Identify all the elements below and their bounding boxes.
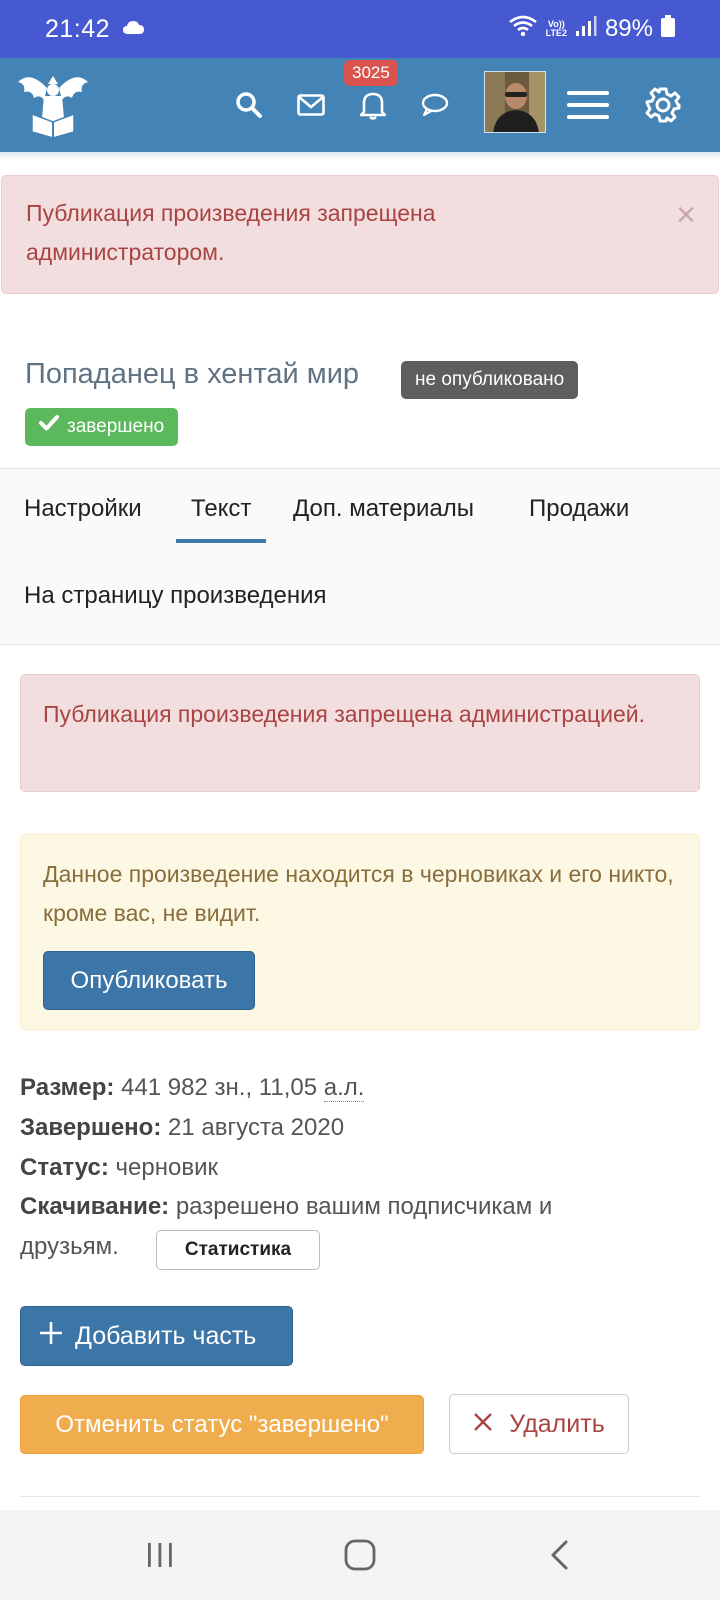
download-label: Скачивание: — [20, 1193, 170, 1220]
app-header: 3025 — [0, 58, 720, 152]
alert-text: Публикация произведения запрещена админи… — [43, 701, 646, 727]
info-completed: Завершено: 21 августа 2020 — [20, 1114, 344, 1142]
work-title: Попаданец в хентай мир — [25, 358, 360, 390]
plus-icon — [39, 1321, 63, 1352]
administration-ban-alert: Публикация произведения запрещена админи… — [20, 674, 700, 792]
recent-apps-icon[interactable] — [130, 1530, 190, 1580]
info-download-cont: друзьям. — [20, 1233, 119, 1261]
size-unit: а.л. — [323, 1074, 365, 1102]
add-part-button[interactable]: Добавить часть — [20, 1306, 293, 1366]
logo-eagle-icon[interactable] — [14, 66, 92, 144]
status-time: 21:42 — [45, 14, 111, 43]
network-lte: LTE2 — [545, 28, 567, 38]
size-label: Размер: — [20, 1074, 115, 1101]
avatar[interactable] — [484, 71, 546, 133]
battery-icon — [661, 14, 675, 44]
tab-text[interactable]: Текст — [176, 495, 267, 543]
completed-label: завершено — [25, 408, 179, 446]
download-value: разрешено вашим подписчикам и — [175, 1193, 553, 1220]
status-value: черновик — [115, 1154, 219, 1181]
search-icon[interactable] — [224, 80, 274, 130]
tab-extra-materials[interactable]: Доп. материалы — [293, 495, 474, 543]
wifi-icon — [508, 14, 538, 45]
cloud-icon — [122, 19, 146, 40]
draft-warning-text: Данное произведение находится в черновик… — [43, 861, 674, 926]
chat-icon[interactable] — [410, 80, 460, 130]
divider — [20, 1496, 700, 1497]
work-title-row: Попаданец в хентай мир — [25, 358, 359, 391]
close-icon — [473, 1410, 493, 1439]
completed-date-value: 21 августа 2020 — [168, 1114, 345, 1141]
completed-date-label: Завершено: — [20, 1114, 162, 1141]
size-value: 441 982 зн., 11,05 — [121, 1074, 318, 1101]
info-size: Размер: 441 982 зн., 11,05 а.л. — [20, 1074, 365, 1102]
status-label: Статус: — [20, 1154, 109, 1181]
unpublished-label: не опубликовано — [401, 361, 579, 399]
admin-ban-alert: Публикация произведения запрещена админи… — [1, 175, 719, 294]
notification-count-badge[interactable]: 3025 — [344, 60, 398, 86]
delete-label: Удалить — [509, 1409, 605, 1438]
home-icon[interactable] — [330, 1530, 390, 1580]
back-icon[interactable] — [530, 1530, 590, 1580]
network-type: Vo)) LTE2 — [546, 20, 567, 38]
statistics-button[interactable]: Статистика — [156, 1230, 320, 1270]
gear-icon[interactable] — [638, 80, 688, 130]
draft-warning: Данное произведение находится в черновик… — [20, 834, 700, 1030]
check-icon — [39, 408, 59, 446]
add-part-label: Добавить часть — [75, 1321, 257, 1350]
close-icon[interactable]: × — [676, 198, 696, 232]
delete-button[interactable]: Удалить — [449, 1394, 629, 1454]
work-tabs: Настройки Текст Доп. материалы Продажи Н… — [0, 468, 720, 645]
publish-button[interactable]: Опубликовать — [43, 951, 255, 1010]
mail-icon[interactable] — [286, 80, 336, 130]
work-page-link[interactable]: На страницу произведения — [24, 582, 327, 610]
cancel-completed-button[interactable]: Отменить статус "завершено" — [20, 1395, 424, 1454]
menu-icon[interactable] — [562, 80, 614, 130]
status-bar: 21:42 Vo)) LTE2 89% — [0, 0, 720, 58]
info-status: Статус: черновик — [20, 1154, 218, 1182]
android-nav-bar — [0, 1510, 720, 1600]
header-shadow — [0, 152, 720, 160]
battery-percent: 89% — [604, 15, 653, 42]
tab-settings[interactable]: Настройки — [24, 495, 142, 543]
completed-label-text: завершено — [67, 416, 165, 437]
info-download: Скачивание: разрешено вашим подписчикам … — [20, 1193, 552, 1221]
signal-icon — [575, 15, 597, 44]
download-value-cont: друзьям. — [20, 1233, 119, 1260]
bell-icon[interactable] — [348, 80, 398, 130]
tab-sales[interactable]: Продажи — [529, 495, 629, 543]
alert-text: Публикация произведения запрещена админи… — [26, 200, 436, 265]
